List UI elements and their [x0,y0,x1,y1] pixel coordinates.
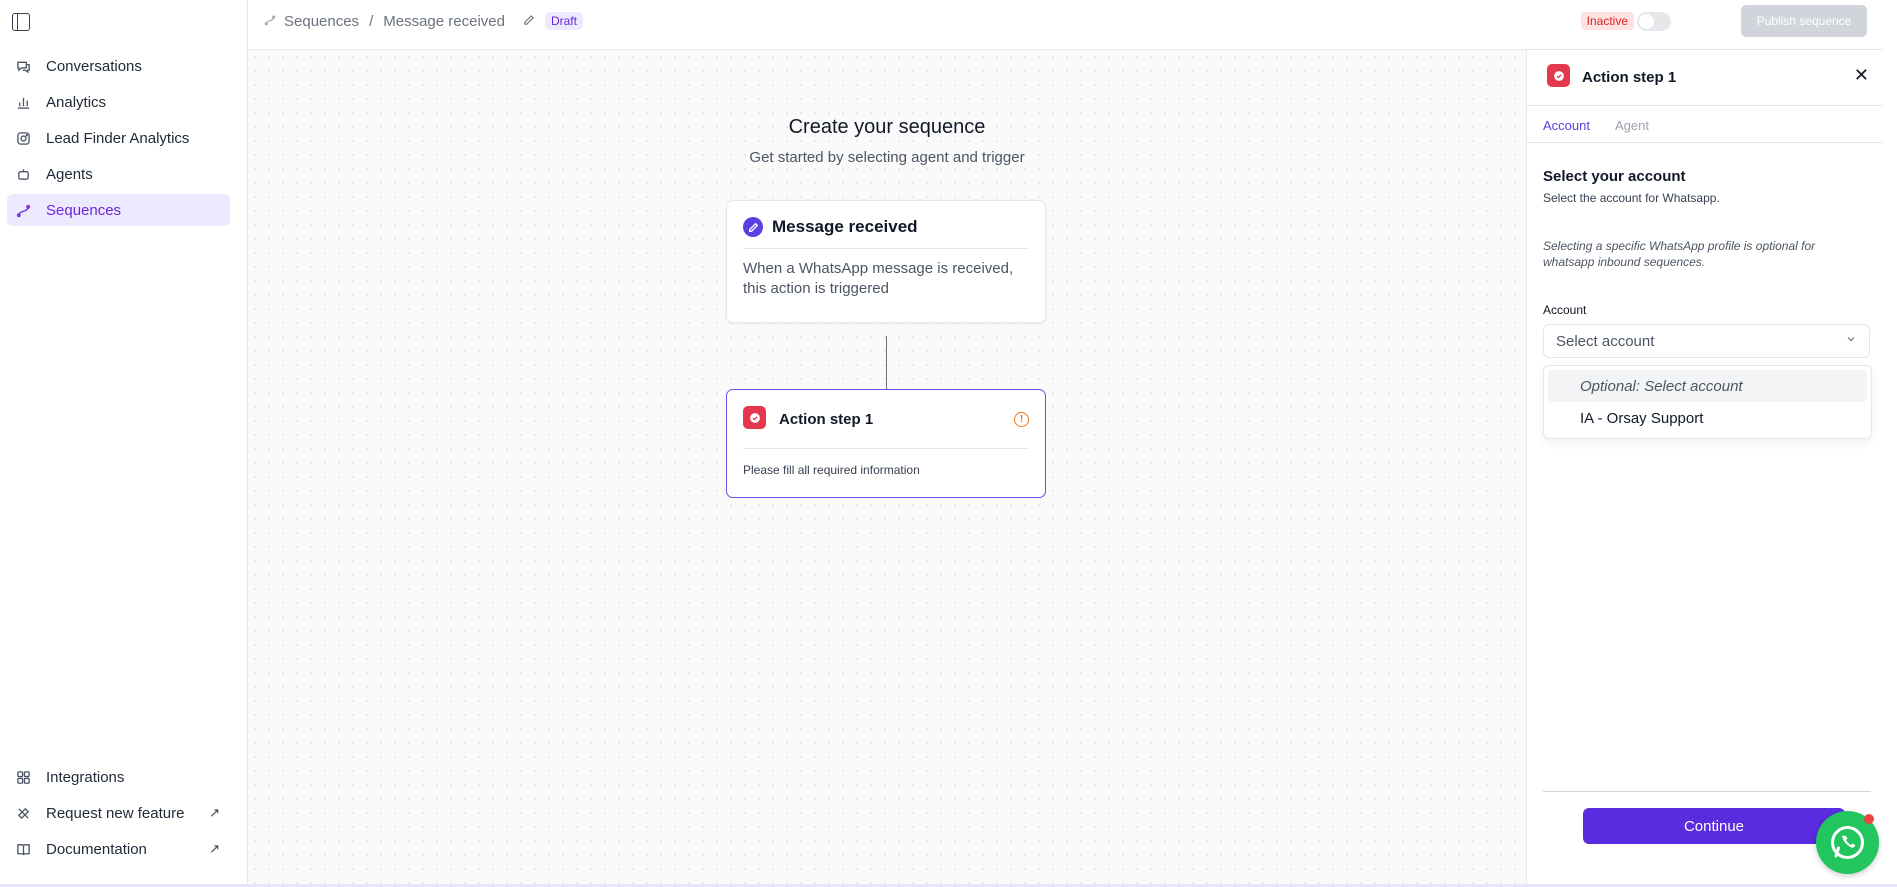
external-link-icon: ↗ [209,805,220,820]
sidebar-nav: Conversations Analytics Lead Finder Anal… [7,50,230,230]
sidebar-toggle-icon[interactable] [12,13,30,31]
active-toggle[interactable] [1637,12,1671,31]
book-icon [15,841,31,857]
sidebar-item-conversations[interactable]: Conversations [7,50,230,82]
sidebar-item-label: Request new feature [46,804,185,822]
section-title: Select your account [1543,168,1686,185]
instagram-icon [15,130,31,146]
breadcrumb-root[interactable]: Sequences [284,13,359,30]
sidebar-bottom-nav: Integrations Request new feature ↗ Docum… [7,761,230,869]
publish-button[interactable]: Publish sequence [1741,5,1867,37]
message-trigger-icon [743,217,763,237]
status-badge: Inactive [1580,12,1634,30]
sidebar-item-label: Integrations [46,768,125,786]
sidebar-item-sequences[interactable]: Sequences [7,194,230,226]
chevron-down-icon [1845,333,1857,348]
external-link-icon: ↗ [209,841,220,856]
pencil-icon[interactable] [523,14,535,29]
panel-header: Action step 1 ✕ [1527,50,1883,106]
action-card-header: Action step 1 ! [743,406,1029,449]
sidebar-item-agents[interactable]: Agents [7,158,230,190]
trigger-description: When a WhatsApp message is received, thi… [743,260,1014,297]
divider [1543,791,1871,792]
dropdown-option-orsay-support[interactable]: IA - Orsay Support [1548,402,1867,434]
tools-icon [15,805,31,821]
panel-tabs: Account Agent [1527,106,1883,143]
action-step-icon [743,406,766,429]
breadcrumb: Sequences / Message received Draft [264,12,583,30]
tab-account[interactable]: Account [1543,118,1590,133]
account-select-value: Select account [1556,332,1655,350]
draft-badge: Draft [544,12,583,30]
trigger-card[interactable]: Message received When a WhatsApp message… [726,200,1046,323]
sidebar-item-label: Agents [46,165,93,183]
page-subtitle: Get started by selecting agent and trigg… [749,149,1025,166]
sidebar-item-label: Conversations [46,57,142,75]
dropdown-option-optional[interactable]: Optional: Select account [1548,370,1867,402]
sidebar-item-analytics[interactable]: Analytics [7,86,230,118]
scrollbar-gutter [1883,0,1897,887]
sequence-canvas[interactable]: Create your sequence Get started by sele… [248,50,1526,887]
action-step-icon [1547,64,1570,87]
sidebar-item-lead-finder-analytics[interactable]: Lead Finder Analytics [7,122,230,154]
close-icon[interactable]: ✕ [1854,65,1869,86]
sidebar-item-integrations[interactable]: Integrations [7,761,230,793]
tab-agent[interactable]: Agent [1615,118,1649,133]
action-description: Please fill all required information [743,463,920,477]
chat-icon [15,58,31,74]
flow-connector [886,336,887,389]
breadcrumb-separator: / [369,12,374,30]
warning-icon: ! [1014,412,1029,427]
sequence-icon [15,202,31,218]
account-select[interactable]: Select account [1543,324,1870,358]
account-field-label: Account [1543,303,1587,317]
bar-chart-icon [15,94,31,110]
action-step-panel: Action step 1 ✕ Account Agent Select you… [1526,50,1883,887]
sidebar-item-label: Analytics [46,93,107,111]
breadcrumb-current: Message received [383,12,505,30]
optional-note: Selecting a specific WhatsApp profile is… [1543,239,1816,269]
sidebar-item-label: Lead Finder Analytics [46,129,190,147]
grid-icon [15,769,31,785]
sidebar-item-label: Documentation [46,840,147,858]
account-dropdown: Optional: Select account IA - Orsay Supp… [1543,365,1872,439]
action-step-card[interactable]: Action step 1 ! Please fill all required… [726,389,1046,498]
sidebar-item-documentation[interactable]: Documentation ↗ [7,833,230,865]
sidebar: Conversations Analytics Lead Finder Anal… [0,0,248,887]
trigger-card-header: Message received [743,217,1029,249]
panel-title: Action step 1 [1582,69,1677,86]
section-subtitle: Select the account for Whatsapp. [1543,191,1720,205]
sidebar-item-request-feature[interactable]: Request new feature ↗ [7,797,230,829]
action-title: Action step 1 [779,411,874,428]
top-bar: Sequences / Message received Draft Inact… [248,0,1897,50]
page-title: Create your sequence [788,116,986,138]
bot-icon [15,166,31,182]
continue-button[interactable]: Continue [1583,808,1845,844]
sidebar-item-label: Sequences [46,201,122,219]
trigger-title: Message received [772,217,918,236]
sequence-icon [264,14,276,29]
notification-dot [1864,814,1874,824]
